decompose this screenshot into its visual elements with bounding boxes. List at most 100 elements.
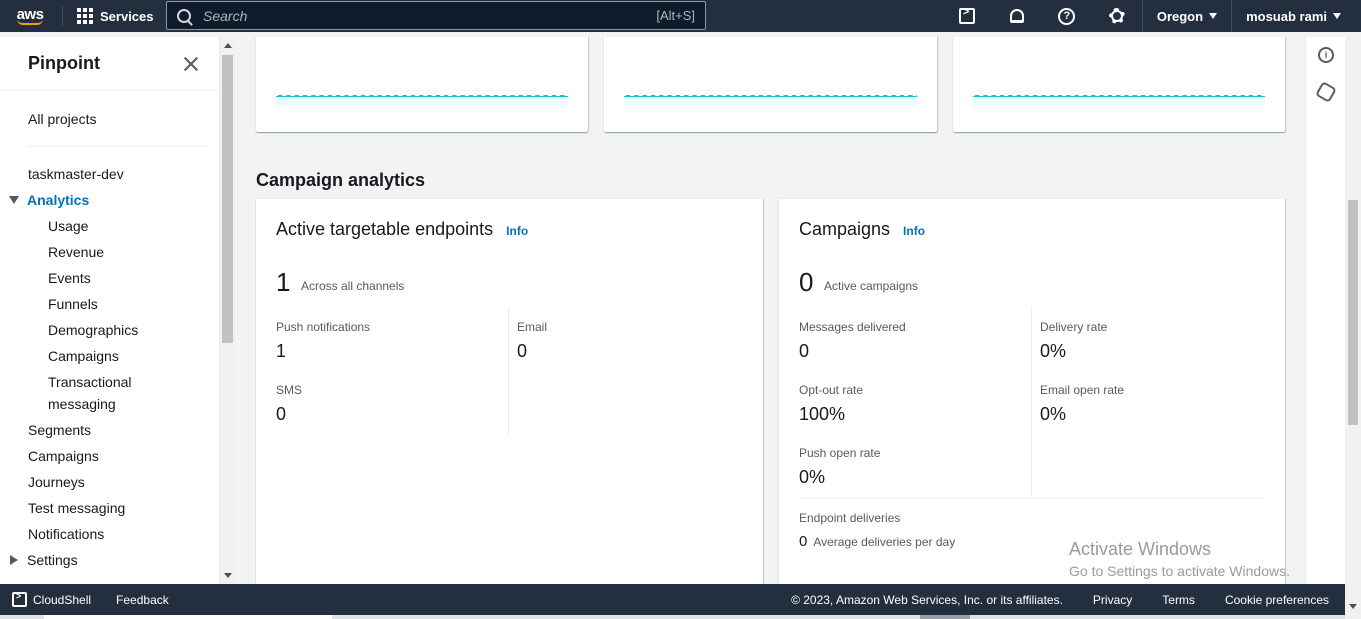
page-scroll-thumb[interactable] — [1348, 200, 1358, 425]
grid-icon — [77, 8, 93, 24]
search-bar[interactable]: [Alt+S] — [166, 1, 706, 30]
card-title-text: Active targetable endpoints — [276, 219, 494, 239]
metric-value: 0 — [799, 533, 808, 550]
info-icon[interactable]: i — [1318, 47, 1334, 63]
metric-push-open-rate: Push open rate 0% — [799, 446, 880, 488]
metric-messages-delivered: Messages delivered 0 — [799, 320, 906, 362]
sidebar-item-transactional[interactable]: Transactional — [48, 374, 132, 390]
aws-logo[interactable]: aws — [6, 0, 54, 32]
metric-label: Endpoint deliveries — [799, 511, 901, 525]
sidebar-item-test-messaging[interactable]: Test messaging — [28, 500, 125, 516]
sidebar-scroll-thumb[interactable] — [222, 55, 233, 343]
close-icon[interactable] — [183, 56, 199, 72]
footer-cookie-link[interactable]: Cookie preferences — [1225, 593, 1329, 607]
sidebar-item-campaigns[interactable]: Campaigns — [28, 448, 99, 464]
metric-label: Email open rate — [1040, 383, 1125, 397]
main-content: Campaign analytics Active targetable end… — [235, 37, 1305, 584]
help-button[interactable]: ? — [1042, 0, 1092, 32]
scroll-up-icon[interactable] — [224, 43, 232, 48]
sidebar-item-all-projects[interactable]: All projects — [28, 111, 96, 127]
metric-card — [256, 37, 588, 132]
metric-value: 0 — [799, 341, 810, 361]
expand-down-icon[interactable] — [9, 196, 19, 204]
metric-value: 0 — [276, 404, 287, 424]
info-link[interactable]: Info — [506, 224, 528, 238]
metric-label: Push notifications — [276, 320, 371, 334]
top-navigation: aws Services [Alt+S] ? Oregon mosuab ram… — [0, 0, 1361, 32]
active-endpoints-card: Active targetable endpoints Info 1 Acros… — [256, 198, 763, 584]
cloudshell-icon — [12, 591, 27, 607]
sidebar-item-usage[interactable]: Usage — [48, 218, 88, 234]
metric-desc: Average deliveries per day — [813, 535, 956, 549]
sparkline-chart — [276, 88, 568, 106]
sidebar-header: Pinpoint — [0, 37, 219, 91]
bell-icon — [1009, 9, 1024, 23]
scroll-down-icon[interactable] — [1349, 604, 1357, 609]
search-input[interactable] — [203, 7, 623, 24]
cloudshell-button[interactable] — [942, 0, 992, 32]
metric-value: 0% — [1040, 341, 1067, 361]
region-label: Oregon — [1156, 8, 1204, 24]
tools-rail: i — [1305, 37, 1345, 584]
sidebar-item-project[interactable]: taskmaster-dev — [28, 166, 124, 182]
caret-down-icon — [1333, 13, 1341, 19]
metric-email-open-rate: Email open rate 0% — [1040, 383, 1124, 425]
account-menu[interactable]: mosuab rami — [1231, 0, 1361, 32]
cloudshell-icon — [958, 6, 975, 24]
services-menu-button[interactable]: Services — [71, 8, 160, 24]
sidebar-item-journeys[interactable]: Journeys — [28, 474, 85, 490]
sidebar-item-settings[interactable]: Settings — [27, 552, 78, 568]
metric-card — [953, 37, 1285, 132]
page-scrollbar[interactable] — [1345, 37, 1361, 619]
region-selector[interactable]: Oregon — [1141, 0, 1231, 32]
sidebar-item-funnels[interactable]: Funnels — [48, 296, 98, 312]
scroll-down-icon[interactable] — [224, 573, 232, 578]
sidebar-item-demographics[interactable]: Demographics — [48, 322, 138, 338]
footer: CloudShell Feedback © 2023, Amazon Web S… — [0, 584, 1345, 615]
metric-opt-out-rate: Opt-out rate 100% — [799, 383, 863, 425]
taskbar-indicator — [920, 615, 970, 619]
search-shortcut: [Alt+S] — [656, 8, 695, 23]
campaigns-total-desc: Active campaigns — [824, 279, 919, 293]
sidebar-item-segments[interactable]: Segments — [28, 422, 91, 438]
gear-icon — [1108, 8, 1125, 24]
card-title: Active targetable endpoints Info — [276, 219, 528, 240]
search-icon — [177, 8, 191, 23]
metric-value: 1 — [276, 341, 287, 361]
campaigns-card: Campaigns Info 0 Active campaigns Messag… — [779, 198, 1285, 584]
sidebar-item-revenue[interactable]: Revenue — [48, 244, 104, 260]
sidebar-scrollbar[interactable] — [220, 37, 235, 584]
taskbar-tab — [44, 615, 332, 619]
settings-button[interactable] — [1092, 0, 1142, 32]
metric-value: 100% — [799, 404, 846, 424]
footer-right: © 2023, Amazon Web Services, Inc. or its… — [791, 593, 1329, 607]
footer-feedback-link[interactable]: Feedback — [116, 593, 169, 607]
metric-delivery-rate: Delivery rate 0% — [1040, 320, 1107, 362]
taskbar-strip — [0, 615, 1345, 619]
expand-right-icon[interactable] — [10, 555, 18, 565]
sidebar-item-events[interactable]: Events — [48, 270, 91, 286]
notifications-button[interactable] — [992, 0, 1042, 32]
footer-cloudshell-link[interactable]: CloudShell — [33, 593, 91, 607]
services-label: Services — [100, 8, 154, 24]
sidebar-item-analytics[interactable]: Analytics — [27, 192, 89, 208]
account-label: mosuab rami — [1246, 8, 1327, 24]
metric-value: 0% — [799, 467, 826, 487]
metric-value: 0 — [517, 341, 528, 361]
nav-divider — [62, 6, 63, 26]
watermark-line2: Go to Settings to activate Windows. — [1069, 563, 1290, 579]
sidebar-item-transactional-messaging[interactable]: messaging — [48, 396, 116, 412]
hexagon-icon[interactable] — [1315, 81, 1337, 103]
metric-label: SMS — [276, 383, 303, 397]
metric-card — [604, 37, 937, 132]
metric-label: Email — [517, 320, 548, 334]
endpoints-total-desc: Across all channels — [301, 279, 405, 293]
nav-right-group: ? Oregon mosuab rami — [942, 0, 1361, 32]
sidebar-item-campaigns-analytics[interactable]: Campaigns — [48, 348, 119, 364]
watermark-line1: Activate Windows — [1069, 539, 1212, 559]
sparkline-chart — [624, 88, 917, 106]
footer-privacy-link[interactable]: Privacy — [1093, 593, 1132, 607]
footer-terms-link[interactable]: Terms — [1162, 593, 1195, 607]
sidebar-item-notifications[interactable]: Notifications — [28, 526, 104, 542]
info-link[interactable]: Info — [903, 224, 925, 238]
